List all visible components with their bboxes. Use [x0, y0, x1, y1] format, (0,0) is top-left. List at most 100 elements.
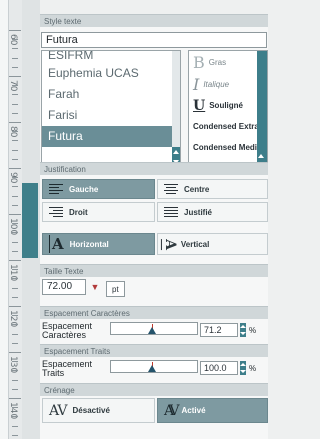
style-list-scrollbar[interactable]: [257, 51, 267, 170]
style-label-italique: Italique: [203, 80, 230, 89]
kerning-off-button[interactable]: AV Désactivé: [42, 398, 155, 423]
vertical-text-icon: A: [160, 238, 178, 250]
text-style-panel: Style texte Futura ESIFRM Euphemia UCAS …: [40, 14, 268, 439]
font-list-item-selected[interactable]: Futura: [42, 126, 180, 147]
font-list-item[interactable]: Farah: [42, 84, 180, 105]
ruler-major-tick: [9, 398, 21, 399]
ruler-minor-tick: [12, 388, 18, 390]
align-justify-button[interactable]: Justifié: [157, 202, 268, 222]
ruler-minor-tick: [12, 140, 18, 142]
kerning-on-label: Activé: [181, 406, 206, 415]
ruler-minor-tick: [12, 186, 18, 188]
line-spacing-slider[interactable]: [110, 360, 198, 373]
ruler-minor-tick: [12, 48, 18, 50]
horizontal-orientation-label: Horizontal: [69, 239, 109, 249]
slider-thumb-icon[interactable]: [148, 327, 156, 334]
section-header-taille-texte: Taille Texte: [40, 264, 268, 277]
align-justify-label: Justifié: [184, 207, 213, 217]
ruler-minor-tick: [12, 361, 18, 363]
align-left-label: Gauche: [69, 184, 99, 194]
ruler-minor-tick: [12, 195, 18, 197]
char-spacing-unit: %: [249, 326, 257, 335]
ruler-minor-tick: [12, 223, 18, 225]
align-left-button[interactable]: Gauche: [42, 179, 155, 199]
align-right-icon: [49, 207, 63, 217]
line-spacing-unit: %: [249, 364, 257, 373]
ruler-major-tick: [9, 30, 21, 31]
vertical-orientation-label: Vertical: [180, 239, 210, 249]
vertical-orientation-button[interactable]: A Vertical: [157, 233, 268, 255]
underline-icon: U: [193, 97, 206, 114]
ruler-minor-tick: [12, 287, 18, 289]
style-label-gras: Gras: [208, 58, 227, 67]
align-right-button[interactable]: Droit: [42, 202, 155, 222]
ruler-major-tick: [9, 168, 21, 169]
ruler-minor-tick: [12, 57, 18, 59]
ruler-major-tick: [9, 352, 21, 353]
style-item-italique[interactable]: I Italique: [189, 74, 267, 95]
ruler-minor-tick: [12, 324, 18, 326]
ruler-minor-tick: [12, 204, 18, 206]
section-header-espacement-traits: Espacement Traits: [40, 344, 268, 357]
ruler-major-tick: [9, 76, 21, 77]
style-item-condensed-extra[interactable]: Condensed Extra: [189, 116, 267, 137]
ruler-minor-tick: [12, 342, 18, 344]
ruler-minor-tick: [12, 177, 18, 179]
ruler-minor-tick: [12, 278, 18, 280]
ruler-minor-tick: [12, 39, 18, 41]
ruler-minor-tick: [12, 131, 18, 133]
align-right-label: Droit: [69, 207, 88, 217]
ruler-minor-tick: [12, 269, 18, 271]
ruler-minor-tick: [12, 407, 18, 409]
font-family-list[interactable]: ESIFRM Euphemia UCAS Farah Farisi Futura: [41, 50, 181, 171]
ruler-minor-tick: [12, 333, 18, 335]
font-list-scrollbar[interactable]: [172, 51, 180, 170]
text-size-unit-button[interactable]: pt: [106, 281, 125, 297]
ruler-minor-tick: [12, 94, 18, 96]
align-center-icon: [164, 184, 178, 194]
font-style-list[interactable]: B Gras I Italique U Souligné Condensed E…: [188, 50, 268, 171]
char-spacing-slider[interactable]: [110, 322, 198, 335]
style-label-condensed-extra: Condensed Extra: [193, 122, 259, 131]
font-list-item[interactable]: Farisi: [42, 105, 180, 126]
text-size-input[interactable]: 72.00: [42, 279, 86, 295]
ruler-major-tick: [9, 122, 21, 123]
italic-icon: I: [193, 75, 200, 94]
ruler-minor-tick: [12, 434, 18, 436]
ruler-minor-tick: [12, 296, 18, 298]
ruler-minor-tick: [12, 315, 18, 317]
kerning-off-icon: AV: [49, 402, 68, 419]
line-spacing-value-input[interactable]: 100.0: [200, 361, 238, 375]
char-spacing-value-input[interactable]: 71.2: [200, 323, 238, 337]
align-left-icon: [49, 184, 63, 194]
font-name-input[interactable]: Futura: [41, 32, 267, 48]
align-center-button[interactable]: Centre: [157, 179, 268, 199]
scroll-up-icon[interactable]: [258, 154, 264, 158]
style-item-condensed-medi[interactable]: Condensed Medi: [189, 137, 267, 158]
ruler-minor-tick: [12, 103, 18, 105]
dropdown-arrow-icon[interactable]: ▼: [88, 279, 102, 295]
horizontal-orientation-button[interactable]: A Horizontal: [42, 233, 155, 255]
ruler-minor-tick: [12, 241, 18, 243]
kerning-on-icon: AV: [164, 402, 179, 419]
section-header-espacement-caracteres: Espacement Caractères: [40, 306, 268, 319]
slider-thumb-icon[interactable]: [148, 365, 156, 372]
ruler-minor-tick: [12, 158, 18, 160]
font-list-item[interactable]: ESIFRM: [42, 51, 180, 63]
kerning-off-label: Désactivé: [72, 406, 110, 415]
ruler-minor-tick: [12, 370, 18, 372]
horizontal-text-icon: A: [49, 235, 64, 253]
style-item-souligne[interactable]: U Souligné: [189, 95, 267, 116]
scroll-up-icon[interactable]: [173, 150, 179, 154]
line-spacing-label: Espacement Traits: [42, 359, 93, 378]
style-label-condensed-medi: Condensed Medi: [193, 143, 258, 152]
font-list-item[interactable]: Euphemia UCAS: [42, 63, 180, 84]
line-spacing-stepper[interactable]: [240, 361, 246, 375]
char-spacing-stepper[interactable]: [240, 323, 246, 337]
align-center-label: Centre: [184, 184, 210, 194]
vertical-ruler: 60708090100110120130140: [0, 0, 40, 439]
style-item-gras[interactable]: B Gras: [189, 51, 267, 74]
ruler-minor-tick: [12, 250, 18, 252]
kerning-on-button[interactable]: AV Activé: [157, 398, 268, 423]
ruler-minor-tick: [12, 416, 18, 418]
